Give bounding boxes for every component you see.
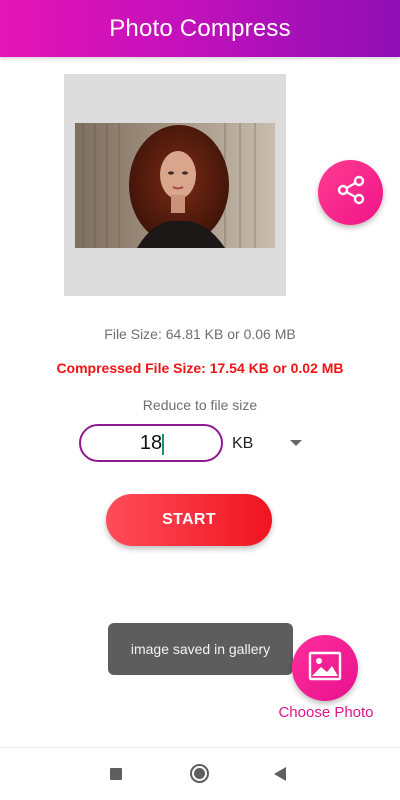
page-title: Photo Compress	[109, 14, 291, 42]
home-icon[interactable]	[190, 764, 209, 783]
system-navigation-bar	[0, 747, 400, 800]
unit-selected-value: KB	[232, 435, 254, 452]
image-preview	[64, 74, 286, 296]
reduce-size-label: Reduce to file size	[142, 397, 258, 413]
recent-apps-icon[interactable]	[110, 768, 122, 780]
share-icon	[334, 173, 368, 212]
original-file-size: File Size: 64.81 KB or 0.06 MB	[104, 326, 296, 342]
compressed-file-size: Compressed File Size: 17.54 KB or 0.02 M…	[56, 360, 344, 376]
toast-message: image saved in gallery	[108, 623, 293, 675]
choose-photo-label[interactable]: Choose Photo	[268, 704, 384, 721]
target-size-field[interactable]	[79, 424, 223, 462]
app-header: Photo Compress	[0, 0, 400, 57]
dropdown-arrow-icon	[290, 440, 302, 446]
selected-photo	[75, 123, 275, 248]
choose-photo-button[interactable]	[292, 635, 358, 701]
text-cursor	[162, 434, 164, 455]
share-button[interactable]	[318, 160, 383, 225]
back-icon[interactable]	[274, 767, 286, 781]
start-button[interactable]: START	[106, 494, 272, 546]
app-screen: Photo Compress File Size: 64.81 KB or 0.…	[0, 0, 400, 800]
unit-dropdown[interactable]: KB	[232, 430, 312, 458]
target-size-input[interactable]	[121, 431, 181, 455]
image-icon	[308, 651, 342, 686]
